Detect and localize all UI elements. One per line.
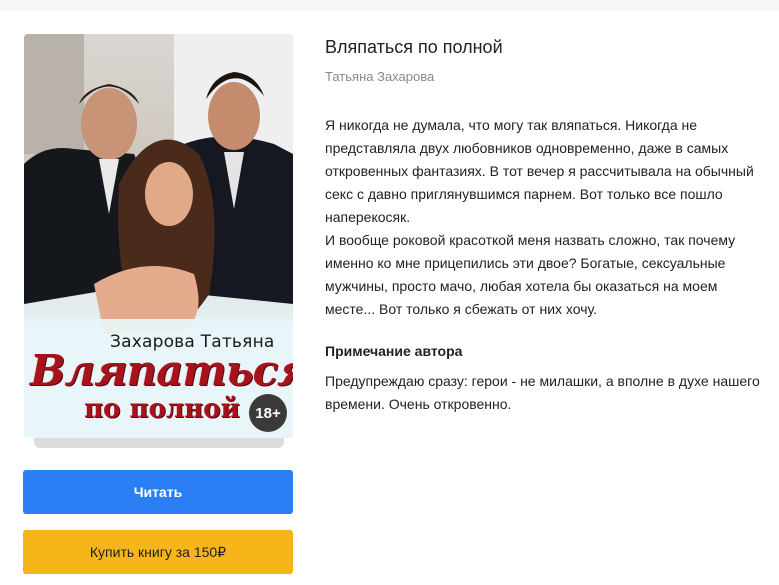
buy-book-button[interactable]: Купить книгу за 150₽ [23, 530, 293, 574]
description-paragraph: Я никогда не думала, что могу так вляпат… [325, 117, 754, 225]
book-cover-container[interactable]: Захарова Татьяна Вляпаться по полной 18+ [24, 34, 293, 448]
cover-left-man-face [81, 88, 137, 160]
age-rating-badge: 18+ [249, 394, 287, 432]
cover-woman-face [145, 162, 193, 226]
book-cover-image[interactable]: Захарова Татьяна Вляпаться по полной 18+ [24, 34, 293, 438]
read-button[interactable]: Читать [23, 470, 293, 514]
book-description: Я никогда не думала, что могу так вляпат… [325, 114, 770, 321]
description-paragraph: И вообще роковой красоткой меня назвать … [325, 232, 736, 317]
author-note-heading: Примечание автора [325, 343, 463, 359]
author-note-text: Предупреждаю сразу: герои - не милашки, … [325, 373, 760, 412]
top-bar [0, 0, 779, 10]
book-author-link[interactable]: Татьяна Захарова [325, 69, 434, 84]
cover-right-man-face [208, 82, 260, 150]
book-title: Вляпаться по полной [325, 37, 503, 57]
cover-wall [24, 34, 84, 154]
cover-title-text: Вляпаться [30, 346, 293, 395]
